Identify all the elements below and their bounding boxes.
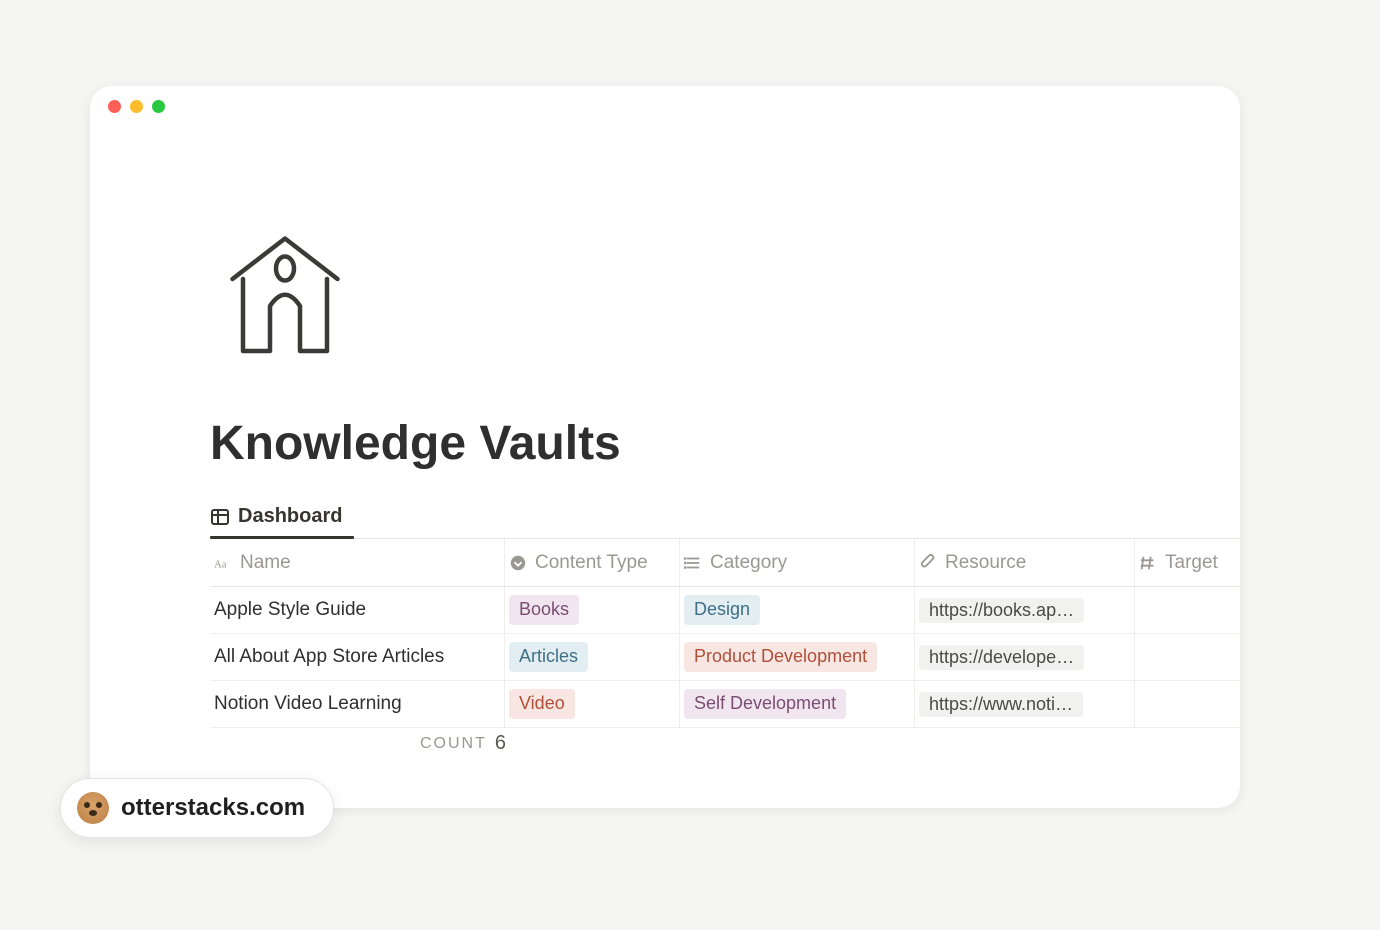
cell-category[interactable]: Product Development (680, 634, 915, 680)
house-icon (210, 216, 360, 366)
cell-name[interactable]: Apple Style Guide (210, 587, 505, 633)
column-category[interactable]: Category (680, 539, 915, 586)
page-content: Knowledge Vaults Dashboard Aa Name (90, 216, 1240, 755)
database-table: Aa Name Content Type Category Resource (210, 539, 1240, 728)
table-body: Apple Style GuideBooks Design https://book… (210, 587, 1240, 728)
content-type-tag: Books (509, 595, 579, 624)
cell-name[interactable]: All About App Store Articles (210, 634, 505, 680)
cell-target[interactable] (1135, 587, 1235, 633)
number-icon (1139, 554, 1157, 572)
resource-link[interactable]: https://www.noti… (919, 692, 1083, 717)
page-title[interactable]: Knowledge Vaults (210, 416, 1240, 471)
category-tag: Design (684, 595, 760, 624)
cell-target[interactable] (1135, 681, 1235, 727)
column-name[interactable]: Aa Name (210, 539, 505, 586)
cell-category[interactable]: Self Development (680, 681, 915, 727)
count-value: 6 (495, 732, 506, 755)
cell-category[interactable]: Design (680, 587, 915, 633)
table-row[interactable]: Notion Video LearningVideo Self Developme… (210, 681, 1240, 728)
tab-label: Dashboard (238, 505, 342, 528)
view-tabs: Dashboard (210, 499, 1240, 539)
watermark-badge[interactable]: otterstacks.com (60, 778, 334, 838)
cell-content-type[interactable]: Articles (505, 634, 680, 680)
watermark-text: otterstacks.com (121, 794, 305, 822)
window-minimize-button[interactable] (130, 100, 143, 113)
svg-text:Aa: Aa (214, 558, 227, 570)
column-content-type[interactable]: Content Type (505, 539, 680, 586)
cell-resource[interactable]: https://develope… (915, 634, 1135, 680)
category-tag: Product Development (684, 642, 877, 671)
table-header: Aa Name Content Type Category Resource (210, 539, 1240, 587)
table-row[interactable]: Apple Style GuideBooks Design https://book… (210, 587, 1240, 634)
attachment-icon (919, 554, 937, 572)
cell-target[interactable] (1135, 634, 1235, 680)
cell-resource[interactable]: https://www.noti… (915, 681, 1135, 727)
text-icon: Aa (214, 554, 232, 572)
window-maximize-button[interactable] (152, 100, 165, 113)
window-close-button[interactable] (108, 100, 121, 113)
resource-link[interactable]: https://books.ap… (919, 598, 1084, 623)
otter-icon (77, 792, 109, 824)
content-type-tag: Articles (509, 642, 588, 671)
column-target[interactable]: Target (1135, 539, 1235, 586)
category-tag: Self Development (684, 689, 846, 718)
content-type-tag: Video (509, 689, 575, 718)
app-window: Knowledge Vaults Dashboard Aa Name (90, 86, 1240, 808)
table-icon (210, 507, 230, 527)
multiselect-icon (684, 554, 702, 572)
cell-name[interactable]: Notion Video Learning (210, 681, 505, 727)
table-row[interactable]: All About App Store ArticlesArticles Prod… (210, 634, 1240, 681)
tab-dashboard[interactable]: Dashboard (210, 499, 354, 538)
select-icon (509, 554, 527, 572)
window-titlebar (90, 86, 1240, 126)
table-footer: COUNT 6 (210, 732, 1240, 755)
cell-content-type[interactable]: Video (505, 681, 680, 727)
cell-resource[interactable]: https://books.ap… (915, 587, 1135, 633)
cell-content-type[interactable]: Books (505, 587, 680, 633)
count-label: COUNT (420, 735, 487, 753)
column-resource[interactable]: Resource (915, 539, 1135, 586)
resource-link[interactable]: https://develope… (919, 645, 1084, 670)
page-icon[interactable] (210, 216, 1240, 366)
